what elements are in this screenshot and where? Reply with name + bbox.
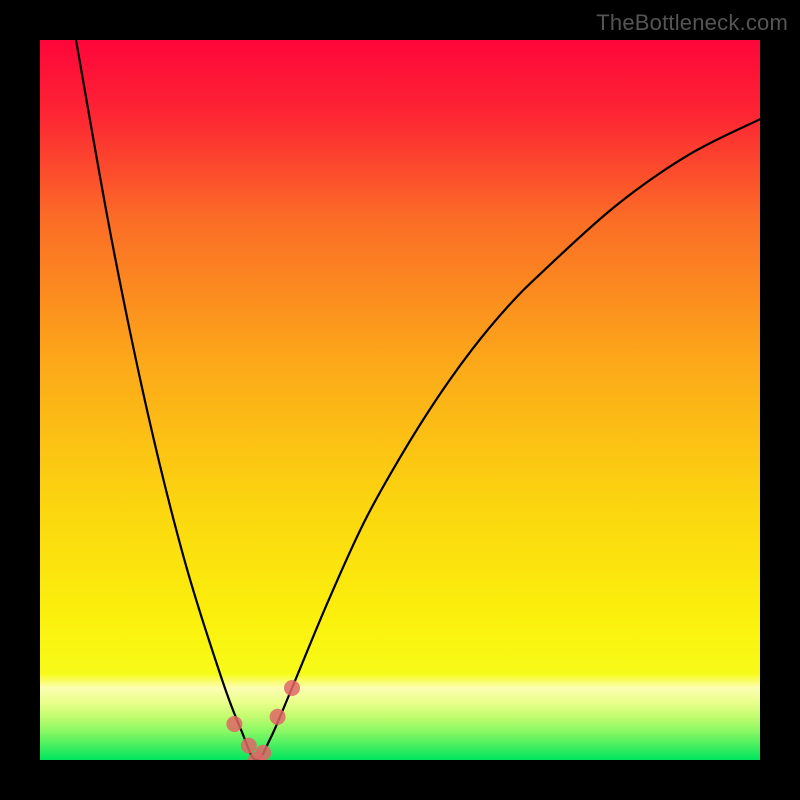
curve-marker [284,680,300,696]
watermark-label: TheBottleneck.com [596,10,788,36]
curve-marker [255,745,271,760]
curve-marker [270,709,286,725]
plot-area [40,40,760,760]
curve-marker [226,716,242,732]
curve-markers [226,680,300,760]
chart-frame: TheBottleneck.com [0,0,800,800]
bottleneck-curve [76,40,760,760]
curve-marker [241,738,257,754]
chart-svg [40,40,760,760]
